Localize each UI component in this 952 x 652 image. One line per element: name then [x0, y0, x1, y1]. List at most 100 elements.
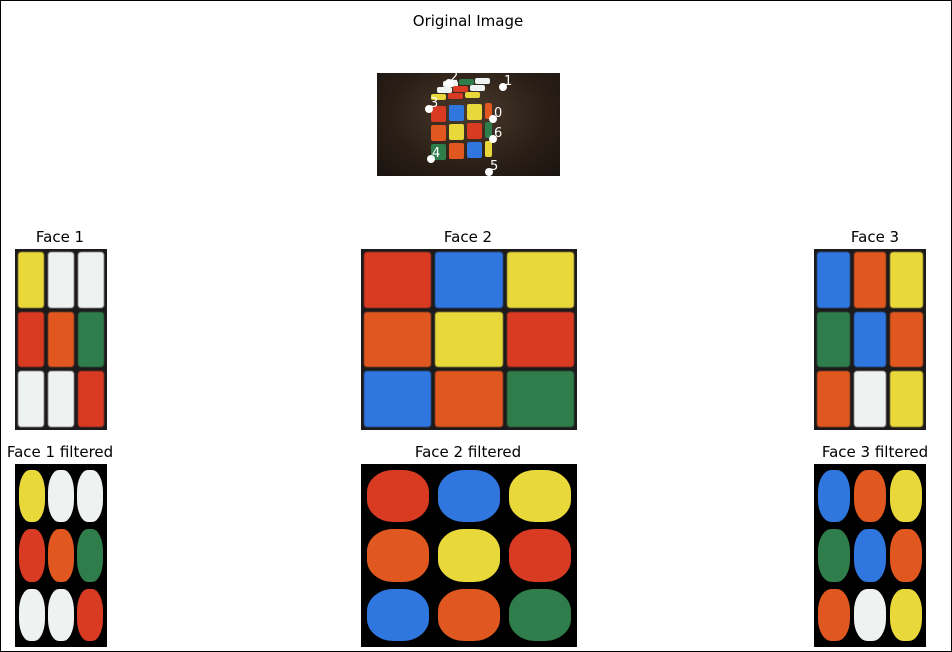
- facelet-orange: [364, 311, 432, 368]
- facelet-swatch: [48, 371, 74, 427]
- cube-facelet: [431, 125, 446, 141]
- facelet-orange: [435, 371, 503, 427]
- face2-image: [361, 249, 577, 430]
- facelet-swatch: [437, 469, 501, 523]
- facelet-yellow: [888, 585, 924, 645]
- facelet-red: [364, 252, 432, 308]
- facelet-white: [78, 252, 104, 308]
- facelet-white: [48, 371, 74, 427]
- facelet-swatch: [77, 469, 104, 523]
- facelet-swatch: [48, 588, 74, 642]
- facelet-white: [17, 585, 46, 645]
- facelet-blue: [363, 585, 434, 645]
- facelet-red: [504, 526, 575, 586]
- facelet-blue: [364, 371, 432, 427]
- facelet-yellow: [890, 371, 923, 427]
- facelet-swatch: [367, 588, 430, 642]
- facelet-blue: [817, 252, 850, 308]
- panel-title-face1: Face 1: [35, 228, 85, 246]
- facelet-yellow: [506, 252, 574, 308]
- facelet-swatch: [18, 252, 44, 308]
- facelet-green: [816, 526, 852, 586]
- facelet-orange: [46, 526, 75, 586]
- facelet-swatch: [364, 311, 432, 368]
- panel-title-face3-filtered: Face 3 filtered: [821, 443, 929, 461]
- facelet-blue: [852, 526, 888, 586]
- facelet-swatch: [435, 371, 503, 427]
- facelet-white: [76, 466, 105, 526]
- facelet-swatch: [48, 311, 74, 368]
- cube-facelet: [448, 93, 463, 99]
- facelet-green: [506, 371, 574, 427]
- facelet-white: [18, 371, 44, 427]
- panel-title-face2: Face 2: [443, 228, 493, 246]
- facelet-swatch: [77, 529, 104, 582]
- facelet-swatch: [890, 252, 923, 308]
- face2-filtered-image: [361, 464, 577, 647]
- facelet-swatch: [18, 469, 45, 523]
- facelet-orange: [852, 466, 888, 526]
- marker-label: 4: [432, 146, 441, 161]
- facelet-swatch: [367, 529, 430, 582]
- face2-filtered-grid: [361, 464, 577, 647]
- cube-facelet: [467, 142, 482, 158]
- facelet-yellow: [435, 311, 503, 368]
- original-image-title: Original Image: [412, 12, 524, 30]
- face1-filtered-image: [15, 464, 107, 647]
- facelet-green: [504, 585, 575, 645]
- cube-facelet: [470, 85, 485, 91]
- marker-label: 0: [494, 106, 503, 121]
- panel-title-face2-filtered: Face 2 filtered: [414, 443, 522, 461]
- cube-facelet: [467, 123, 482, 139]
- cube-facelet: [485, 141, 492, 157]
- facelet-swatch: [435, 252, 503, 308]
- facelet-swatch: [48, 252, 74, 308]
- facelet-red: [363, 466, 434, 526]
- facelet-swatch: [506, 311, 574, 368]
- facelet-swatch: [817, 371, 850, 427]
- facelet-orange: [434, 585, 505, 645]
- facelet-green: [78, 311, 104, 368]
- panel-title-face1-filtered: Face 1 filtered: [6, 443, 114, 461]
- facelet-orange: [853, 252, 887, 308]
- facelet-swatch: [506, 252, 574, 308]
- cube-facelet: [449, 143, 464, 159]
- face2-grid: [361, 249, 577, 430]
- facelet-red: [18, 311, 44, 368]
- cube-facelet: [449, 124, 464, 140]
- facelet-white: [48, 252, 74, 308]
- cube-facelet: [475, 78, 490, 84]
- facelet-swatch: [853, 252, 887, 308]
- facelet-swatch: [890, 311, 923, 368]
- facelet-red: [78, 371, 104, 427]
- facelet-yellow: [890, 252, 923, 308]
- panel-title-face3: Face 3: [850, 228, 900, 246]
- facelet-swatch: [48, 529, 74, 582]
- facelet-yellow: [888, 466, 924, 526]
- facelet-swatch: [508, 588, 571, 642]
- facelet-swatch: [818, 588, 850, 642]
- facelet-swatch: [18, 588, 45, 642]
- facelet-swatch: [437, 588, 501, 642]
- facelet-swatch: [890, 469, 922, 523]
- facelet-orange: [888, 526, 924, 586]
- marker-label: 2: [450, 73, 459, 85]
- face3-filtered-image: [814, 464, 926, 647]
- facelet-swatch: [77, 588, 104, 642]
- facelet-red: [506, 311, 574, 368]
- facelet-swatch: [48, 469, 74, 523]
- facelet-yellow: [17, 466, 46, 526]
- facelet-swatch: [853, 311, 887, 368]
- facelet-swatch: [854, 469, 886, 523]
- facelet-swatch: [437, 529, 501, 582]
- facelet-swatch: [854, 529, 886, 582]
- marker-label: 3: [430, 96, 439, 111]
- facelet-swatch: [818, 529, 850, 582]
- original-image: 2 1 3 0 6 4 5: [377, 73, 560, 176]
- facelet-blue: [853, 311, 887, 368]
- face3-grid: [814, 249, 926, 430]
- facelet-swatch: [818, 469, 850, 523]
- face1-filtered-grid: [15, 464, 107, 647]
- marker-label: 5: [490, 159, 499, 174]
- facelet-red: [17, 526, 46, 586]
